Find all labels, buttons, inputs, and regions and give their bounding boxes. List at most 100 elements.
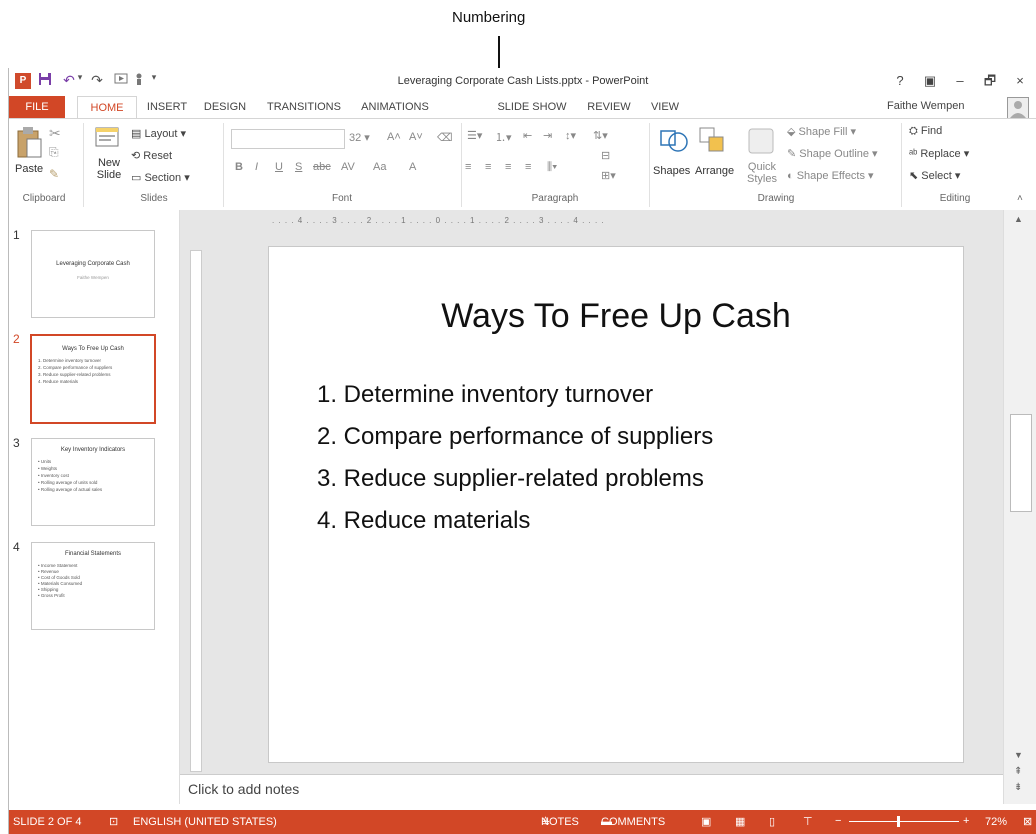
notes-placeholder[interactable]: Click to add notes <box>188 781 299 797</box>
line-spacing-icon[interactable]: ↕▾ <box>565 129 576 142</box>
zoom-slider[interactable] <box>849 821 959 822</box>
tab-slide-show[interactable]: SLIDE SHOW <box>493 96 571 118</box>
arrange-icon[interactable] <box>697 125 727 155</box>
normal-view-icon[interactable]: ▣ <box>701 815 711 828</box>
slide-thumbnail-4[interactable]: Financial Statements • Income Statement … <box>31 542 155 630</box>
minimize-icon[interactable]: – <box>949 72 971 90</box>
align-right-icon[interactable]: ≡ <box>505 161 511 173</box>
new-slide-button[interactable]: New Slide <box>93 157 125 181</box>
text-direction-icon[interactable]: ⇅▾ <box>593 129 608 142</box>
grow-font-icon[interactable]: A˄ <box>387 131 401 143</box>
slide-thumbnail-1[interactable]: Leveraging Corporate Cash Faithe Wempen <box>31 230 155 318</box>
font-size-box[interactable]: 32 ▾ <box>349 131 370 144</box>
notes-pane[interactable]: Click to add notes <box>180 774 1003 805</box>
arrange-button[interactable]: Arrange <box>695 165 734 177</box>
clear-formatting-icon[interactable]: ⌫ <box>437 131 453 144</box>
shape-effects-button[interactable]: ◐ Shape Effects ▾ <box>787 169 874 182</box>
text-shadow-button[interactable]: S <box>295 161 302 173</box>
previous-slide-icon[interactable]: ⇞ <box>1014 766 1022 777</box>
current-slide[interactable]: Ways To Free Up Cash 1. Determine invent… <box>268 246 964 763</box>
layout-button[interactable]: ▤ Layout ▾ <box>131 127 186 140</box>
italic-button[interactable]: I <box>255 161 258 173</box>
tab-design[interactable]: DESIGN <box>199 96 251 118</box>
zoom-out-icon[interactable]: − <box>835 815 841 827</box>
align-text-icon[interactable]: ⊟ <box>601 149 610 162</box>
numbered-list-item[interactable]: 3. Reduce supplier-related problems <box>317 465 704 493</box>
bold-button[interactable]: B <box>235 161 243 173</box>
shapes-icon[interactable] <box>659 125 689 155</box>
reset-button[interactable]: ⟲ Reset <box>131 149 172 162</box>
paste-icon[interactable] <box>15 125 43 159</box>
scroll-up-icon[interactable]: ▲ <box>1014 214 1023 224</box>
center-icon[interactable]: ≡ <box>485 161 491 173</box>
convert-to-smartart-icon[interactable]: ⊞▾ <box>601 169 616 182</box>
vertical-scrollbar[interactable]: ▲ ▼ ⇞ ⇟ <box>1003 210 1036 804</box>
numbered-list-item[interactable]: 4. Reduce materials <box>317 507 530 535</box>
shape-fill-button[interactable]: ⬙ Shape Fill ▾ <box>787 125 856 138</box>
quick-styles-icon[interactable] <box>747 127 775 155</box>
character-spacing-button[interactable]: AV <box>341 161 355 173</box>
thumbnail-line: • Units <box>38 459 52 464</box>
tab-file[interactable]: FILE <box>9 96 65 118</box>
editing-group-label: Editing <box>939 193 971 204</box>
shape-outline-button[interactable]: ✎ Shape Outline ▾ <box>787 147 878 160</box>
numbered-list-item[interactable]: 1. Determine inventory turnover <box>317 381 653 409</box>
slide-sorter-icon[interactable]: ▦ <box>735 815 745 828</box>
shapes-button[interactable]: Shapes <box>653 165 690 177</box>
avatar[interactable] <box>1007 97 1029 119</box>
fit-to-window-icon[interactable]: ⊠ <box>1023 815 1032 828</box>
tab-review[interactable]: REVIEW <box>581 96 637 118</box>
horizontal-ruler: . . . . 4 . . . . 3 . . . . 2 . . . . 1 … <box>272 216 605 225</box>
tab-view[interactable]: VIEW <box>645 96 685 118</box>
zoom-level[interactable]: 72% <box>985 816 1007 828</box>
replace-button[interactable]: ᵃᵇ Replace ▾ <box>909 147 969 160</box>
shrink-font-icon[interactable]: A˅ <box>409 131 423 143</box>
tab-insert[interactable]: INSERT <box>141 96 193 118</box>
paste-button[interactable]: Paste <box>15 163 43 175</box>
slide-thumbnail-2[interactable]: Ways To Free Up Cash 1. Determine invent… <box>30 334 156 424</box>
slide-title[interactable]: Ways To Free Up Cash <box>269 297 963 336</box>
reading-view-icon[interactable]: ▯ <box>769 815 775 828</box>
collapse-ribbon-icon[interactable]: ˄ <box>1017 193 1023 204</box>
zoom-slider-thumb[interactable] <box>897 816 900 827</box>
powerpoint-window: P ↶ ▾ ↷ ▾ Leveraging Corporate Cash List… <box>8 68 1036 834</box>
tab-transitions[interactable]: TRANSITIONS <box>261 96 347 118</box>
slide-thumbnail-3[interactable]: Key Inventory Indicators • Units • Weigh… <box>31 438 155 526</box>
underline-button[interactable]: U <box>275 161 283 173</box>
font-color-button[interactable]: A <box>409 161 416 173</box>
scrollbar-thumb[interactable] <box>1010 414 1032 512</box>
find-button[interactable]: ⛭ Find <box>909 125 942 138</box>
select-button[interactable]: ⬉ Select ▾ <box>909 169 960 182</box>
increase-indent-icon[interactable]: ⇥ <box>543 129 552 142</box>
language-status[interactable]: ENGLISH (UNITED STATES) <box>133 816 277 828</box>
tab-home[interactable]: HOME <box>77 96 137 120</box>
close-icon[interactable]: × <box>1009 72 1031 90</box>
quick-styles-button[interactable]: Quick Styles <box>747 161 777 185</box>
cut-icon[interactable]: ✂ <box>49 125 61 142</box>
user-account-name[interactable]: Faithe Wempen <box>887 100 964 112</box>
tab-animations[interactable]: ANIMATIONS <box>355 96 435 118</box>
section-button[interactable]: ▭ Section ▾ <box>131 171 190 184</box>
slide-show-icon[interactable]: ⊤ <box>803 815 813 828</box>
decrease-indent-icon[interactable]: ⇤ <box>523 129 532 142</box>
format-painter-icon[interactable]: ✎ <box>49 167 59 181</box>
thumbnail-line: 3. Reduce supplier-related problems <box>38 372 111 377</box>
change-case-button[interactable]: Aa <box>373 161 386 173</box>
bullets-icon[interactable]: ☰▾ <box>467 129 482 142</box>
restore-icon[interactable]: 🗗 <box>979 72 1001 90</box>
next-slide-icon[interactable]: ⇟ <box>1014 782 1022 793</box>
font-name-box[interactable] <box>231 129 345 149</box>
zoom-in-icon[interactable]: + <box>963 815 969 827</box>
scroll-down-icon[interactable]: ▼ <box>1014 750 1023 760</box>
justify-icon[interactable]: ≡ <box>525 161 531 173</box>
numbered-list-item[interactable]: 2. Compare performance of suppliers <box>317 423 713 451</box>
columns-icon[interactable]: ⫼▾ <box>547 161 557 174</box>
strikethrough-button[interactable]: abc <box>313 161 331 173</box>
spell-check-icon[interactable]: ⊡ <box>109 815 118 828</box>
copy-icon[interactable]: ⎘ <box>49 145 59 160</box>
ribbon-display-options-icon[interactable]: ▣ <box>919 72 941 90</box>
align-left-icon[interactable]: ≡ <box>465 161 471 173</box>
new-slide-icon[interactable] <box>95 125 121 153</box>
help-icon[interactable]: ? <box>889 72 911 90</box>
numbering-icon[interactable]: ⒈▾ <box>495 129 512 145</box>
